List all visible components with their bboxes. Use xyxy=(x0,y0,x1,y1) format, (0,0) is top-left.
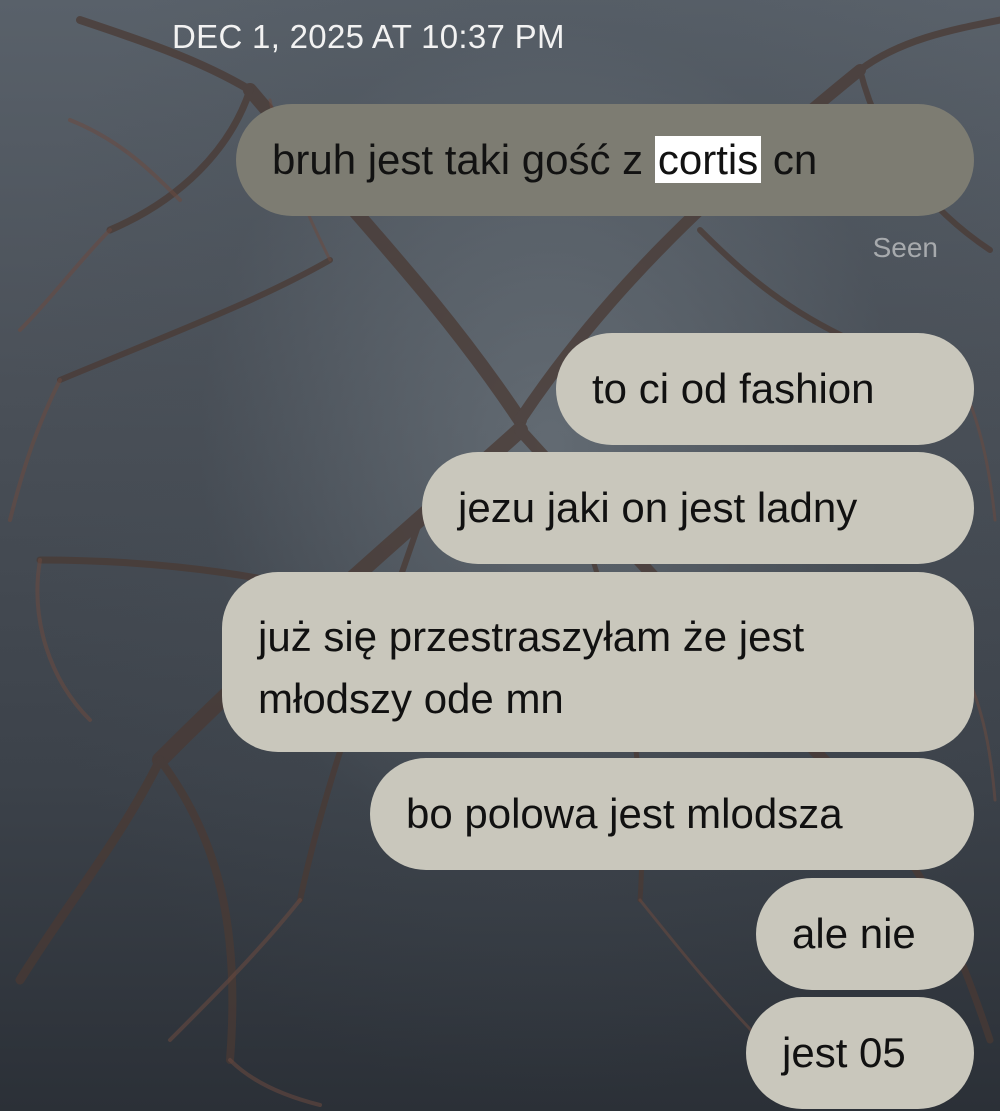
message-text: bo polowa jest mlodsza xyxy=(406,790,843,837)
message-bubble-7[interactable]: jest 05 xyxy=(746,997,974,1109)
message-bubble-4[interactable]: już się przestraszyłam że jest młodszy o… xyxy=(222,572,974,752)
message-text: jest 05 xyxy=(782,1029,906,1076)
message-text-line: już się przestraszyłam że jest xyxy=(258,613,805,660)
message-text-part: bruh jest taki gość z xyxy=(272,136,655,183)
seen-receipt: Seen xyxy=(872,232,938,263)
message-timestamp: DEC 1, 2025 AT 10:37 PM xyxy=(172,18,565,55)
message-text: jezu jaki on jest ladny xyxy=(458,484,858,531)
message-text: to ci od fashion xyxy=(592,365,875,412)
message-text-part: cn xyxy=(761,136,818,183)
message-text: ale nie xyxy=(792,910,916,957)
highlighted-text: cortis xyxy=(654,136,762,183)
message-bubble-5[interactable]: bo polowa jest mlodsza xyxy=(370,758,974,870)
message-bubble-2[interactable]: to ci od fashion xyxy=(556,333,974,445)
message-bubble-3[interactable]: jezu jaki on jest ladny xyxy=(422,452,974,564)
message-bubble-1[interactable]: bruh jest taki gość z cortis cn xyxy=(236,104,974,216)
message-bubble-6[interactable]: ale nie xyxy=(756,878,974,990)
message-text-line: młodszy ode mn xyxy=(258,675,564,722)
